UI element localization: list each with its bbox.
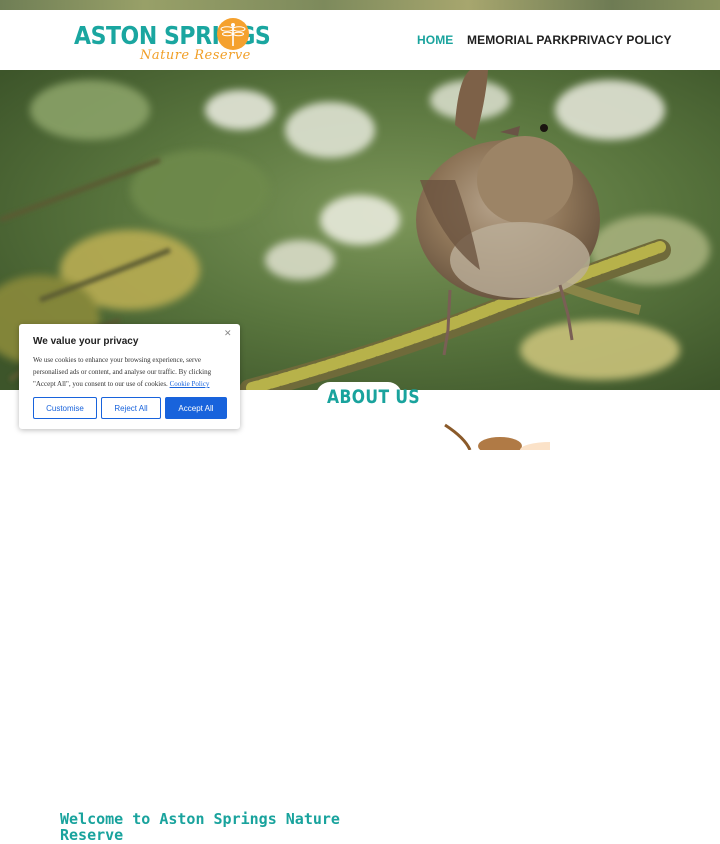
cookie-title: We value your privacy	[33, 336, 139, 347]
site-logo[interactable]: ASTON SPRINGS Nature Reserve	[74, 16, 274, 66]
nav-memorial-park-link[interactable]: MEMORIAL PARK	[467, 33, 570, 47]
bird-illustration	[444, 423, 550, 450]
cookie-consent-banner: ✕ We value your privacy We use cookies t…	[19, 324, 240, 429]
customise-button[interactable]: Customise	[33, 397, 97, 419]
reject-all-button[interactable]: Reject All	[101, 397, 161, 419]
about-us-heading: ABOUT US	[327, 386, 421, 408]
welcome-heading: Welcome to Aston Springs Nature Reserve	[60, 810, 340, 844]
accept-all-button[interactable]: Accept All	[165, 397, 227, 419]
logo-subtitle: Nature Reserve	[140, 48, 251, 63]
top-image-strip	[0, 0, 720, 10]
nav-home-link[interactable]: HOME	[417, 33, 453, 47]
dragonfly-icon	[217, 18, 249, 50]
close-icon[interactable]: ✕	[224, 328, 232, 339]
cookie-description: We use cookies to enhance your browsing …	[33, 354, 233, 390]
site-header: ASTON SPRINGS Nature Reserve HOME MEMORI…	[0, 10, 720, 70]
cookie-policy-link[interactable]: Cookie Policy	[170, 380, 210, 388]
nav-privacy-policy-link[interactable]: PRIVACY POLICY	[570, 33, 672, 47]
